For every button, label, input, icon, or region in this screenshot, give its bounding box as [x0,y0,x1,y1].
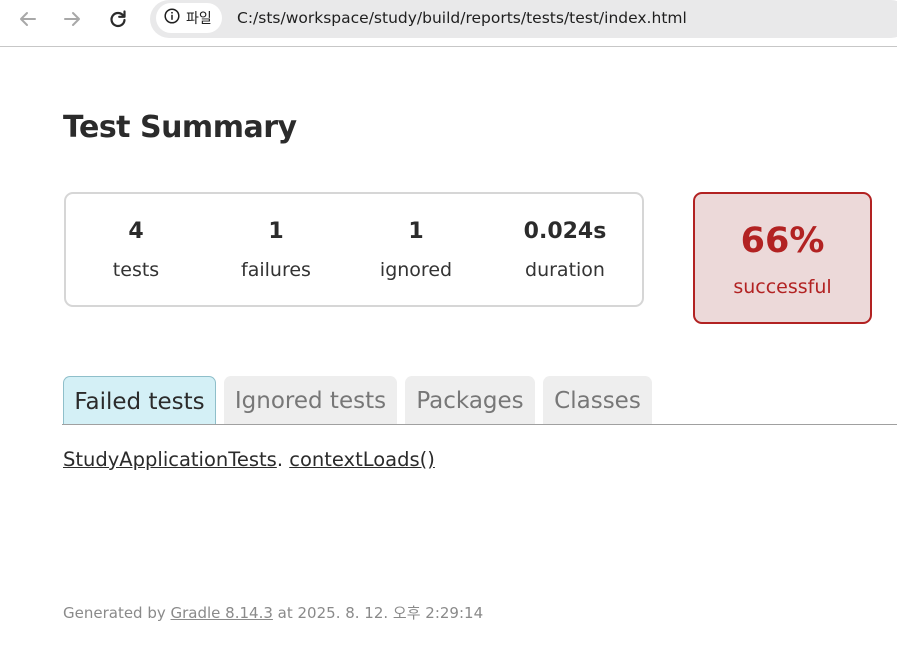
counter-label: duration [525,259,605,281]
counter-label: failures [241,259,311,281]
summary-box: 4 tests 1 failures 1 ignored 0.024s dura… [64,192,644,307]
address-bar[interactable]: 파일 C:/sts/workspace/study/build/reports/… [150,0,897,38]
forward-button[interactable] [58,5,86,33]
counter-value: 4 [128,219,144,244]
success-rate-label: successful [733,276,832,298]
tab-classes[interactable]: Classes [543,376,652,424]
counter-value: 0.024s [523,219,607,244]
footer-timestamp: at 2025. 8. 12. 오후 2:29:14 [272,604,484,622]
info-circle-icon [164,8,180,28]
test-method-link[interactable]: contextLoads() [289,448,435,471]
test-separator: . [276,448,284,471]
counter-label: tests [112,259,160,281]
test-class-link[interactable]: StudyApplicationTests [63,448,277,471]
site-chip-label: 파일 [186,11,212,27]
back-button[interactable] [14,5,42,33]
counter-failures: 1 failures [241,218,311,282]
site-info-chip[interactable]: 파일 [156,3,222,33]
counter-ignored: 1 ignored [380,218,452,282]
counter-tests: 4 tests [113,218,159,282]
reload-icon [108,9,128,29]
success-rate-box: 66% successful [693,192,872,324]
counter-label: ignored [379,259,453,281]
gradle-link[interactable]: Gradle 8.14.3 [171,604,273,622]
page-title: Test Summary [63,110,297,145]
list-item: StudyApplicationTests. contextLoads() [63,448,435,471]
tab-failed-tests[interactable]: Failed tests [63,376,216,424]
footer: Generated by Gradle 8.14.3 at 2025. 8. 1… [63,602,483,623]
counter-duration: 0.024s duration [524,218,607,282]
counter-value: 1 [408,219,424,244]
tab-packages[interactable]: Packages [405,376,535,424]
arrow-right-icon [62,9,82,29]
success-rate-value: 66% [740,221,825,261]
reload-button[interactable] [104,5,132,33]
url-text[interactable]: C:/sts/workspace/study/build/reports/tes… [237,9,687,27]
footer-prefix: Generated by [63,604,171,622]
tab-ignored-tests[interactable]: Ignored tests [224,376,397,424]
browser-toolbar: 파일 C:/sts/workspace/study/build/reports/… [0,0,897,47]
counter-value: 1 [268,219,284,244]
arrow-left-icon [18,9,38,29]
